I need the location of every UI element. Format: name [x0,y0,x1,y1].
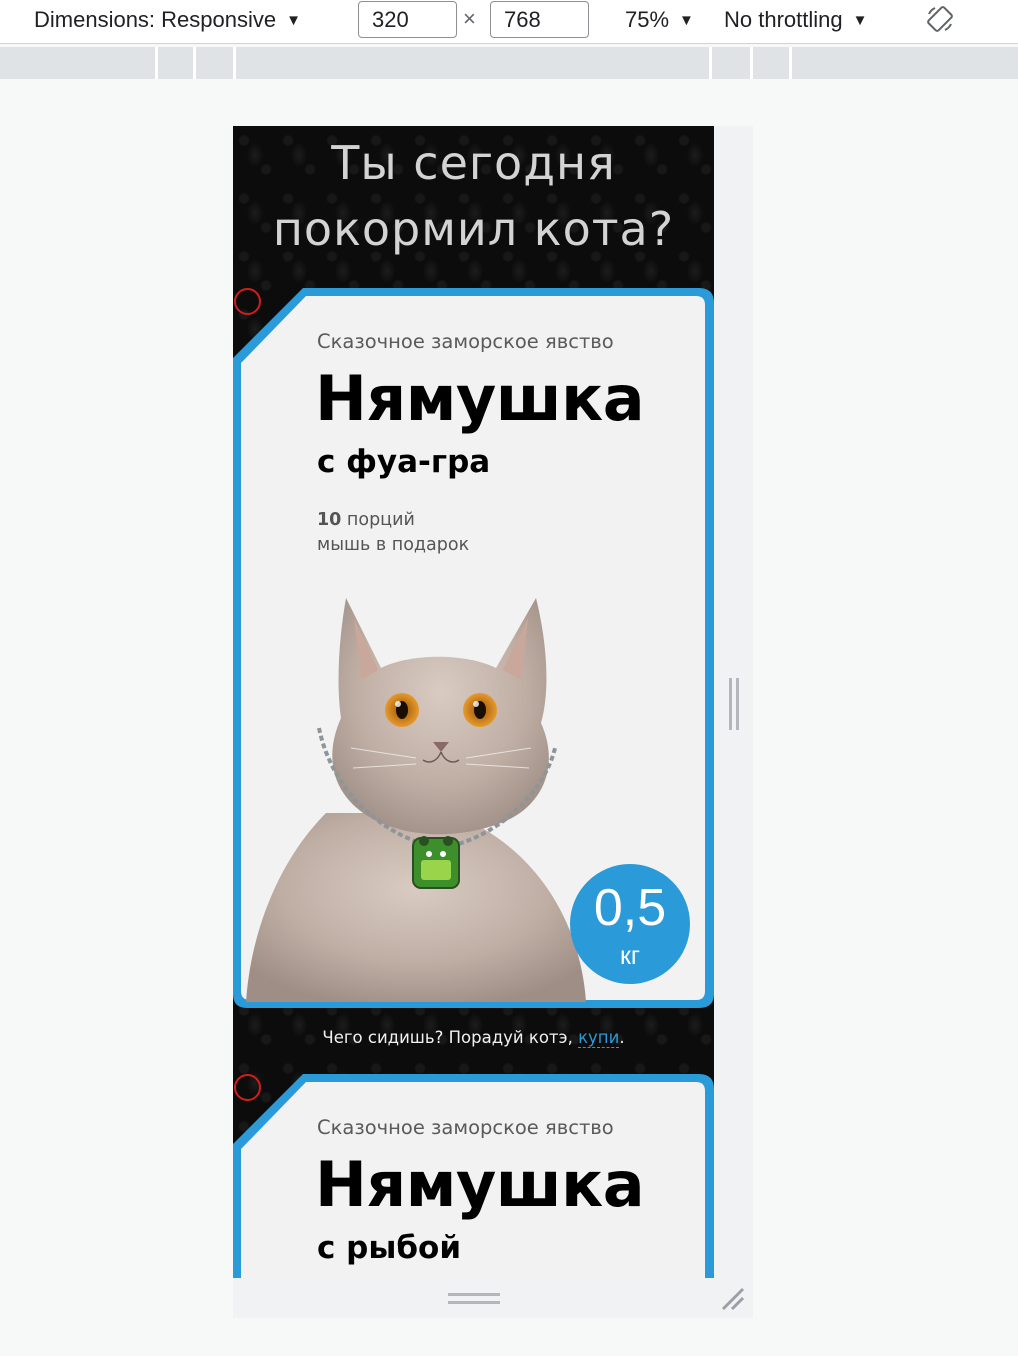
chevron-down-icon: ▼ [852,12,868,29]
chevron-down-icon: ▼ [679,12,694,29]
gift-note: мышь в подарок [317,535,470,555]
throttling-dropdown[interactable]: No throttling ▼ [724,5,867,35]
media-query-divider [155,47,158,79]
product-card-foie-gras[interactable]: Сказочное заморское явство Нямушка с фуа… [233,288,714,1008]
product-flavor: с фуа-гра [317,444,491,480]
card-tagline: Сказочное заморское явство [317,330,614,353]
chevron-down-icon: ▼ [286,12,301,29]
cta-end: . [619,1028,625,1047]
circle-marker-icon [234,1074,261,1101]
resize-corner-grip-icon[interactable] [720,1286,746,1312]
media-query-bar[interactable] [0,47,1018,79]
media-query-divider [193,47,196,79]
media-query-divider [750,47,753,79]
device-toolbar: Dimensions: Responsive ▼ 320 × 768 75% ▼ N… [0,0,1018,44]
product-card-fish[interactable]: Сказочное заморское явство Нямушка с рыб… [233,1074,714,1278]
weight-value: 0,5 [593,879,667,937]
card-tagline: Сказочное заморское явство [317,1116,614,1139]
dimensions-dropdown[interactable]: Dimensions: Responsive ▼ [34,5,301,35]
weight-badge: 0,5 кг [570,864,690,984]
rotate-device-icon[interactable] [924,3,956,35]
media-query-divider [709,47,712,79]
portions-count: 10 [317,510,342,530]
resize-handle-bottom[interactable] [448,1292,500,1306]
media-query-divider [789,47,792,79]
zoom-label: 75% [625,7,670,32]
circle-marker-icon [234,288,261,315]
buy-link[interactable]: купи [578,1028,620,1048]
weight-unit: кг [619,942,641,970]
product-portions: 10 порций мышь в подарок [317,508,469,558]
resize-handle-right[interactable] [728,678,740,730]
page-headline: Ты сегодня покормил кота? [233,130,714,262]
product-flavor: с рыбой [317,1230,462,1266]
headline-line-1: Ты сегодня [331,136,616,190]
product-name: Нямушка [315,1148,645,1221]
throttling-label: No throttling [724,7,843,32]
zoom-dropdown[interactable]: 75% ▼ [625,5,694,35]
headline-line-2: покормил кота? [272,202,675,256]
width-input[interactable]: 320 [358,1,457,38]
product-name: Нямушка [315,362,645,435]
portions-label: порций [341,510,415,530]
emulated-viewport[interactable]: Ты сегодня покормил кота? Сказочное замо… [233,126,714,1278]
cta-text: Чего сидишь? Порадуй котэ, [322,1028,579,1047]
dimensions-label: Dimensions: Responsive [34,7,277,32]
times-icon: × [463,6,476,31]
height-input[interactable]: 768 [490,1,589,38]
buy-call-to-action: Чего сидишь? Порадуй котэ, купи. [233,1028,714,1048]
media-query-divider [233,47,236,79]
